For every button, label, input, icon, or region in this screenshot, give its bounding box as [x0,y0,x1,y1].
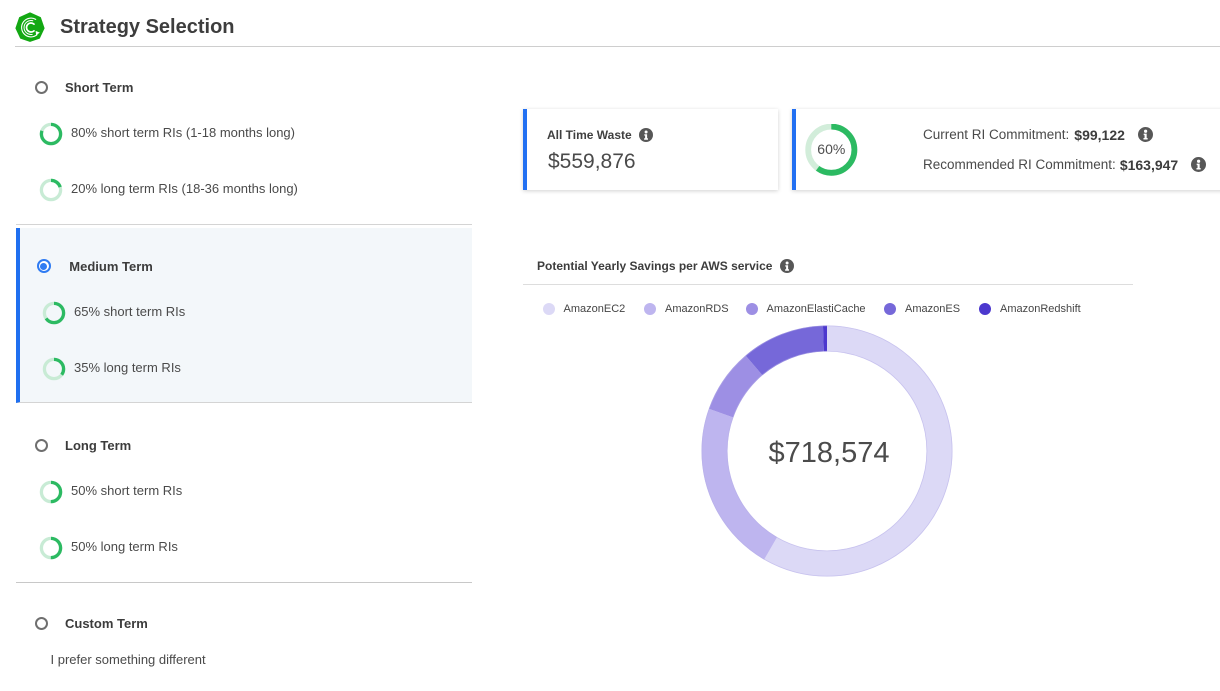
svg-text:$718,574: $718,574 [769,437,890,469]
svg-text:60%: 60% [817,141,845,157]
